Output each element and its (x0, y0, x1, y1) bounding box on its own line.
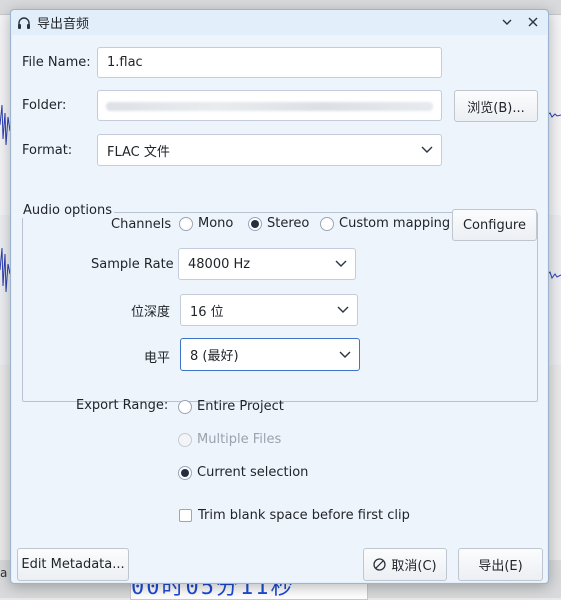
radio-indicator (320, 216, 334, 231)
headphones-icon (17, 16, 31, 30)
radio-mono-label: Mono (198, 216, 234, 231)
chevron-down-icon[interactable] (500, 15, 514, 29)
waveform-right-2 (547, 271, 561, 280)
title-bar[interactable]: 导出音频 (11, 10, 548, 35)
sample-rate-label: Sample Rate (91, 257, 174, 272)
waveform-left-1 (0, 104, 10, 146)
checkbox-box (179, 509, 192, 522)
file-name-input[interactable]: 1.flac (97, 47, 442, 78)
trim-blank-checkbox[interactable]: Trim blank space before first clip (179, 508, 410, 523)
level-select[interactable]: 8 (最好) (180, 338, 360, 371)
radio-stereo-label: Stereo (267, 216, 310, 231)
waveform-right-1 (547, 112, 561, 118)
radio-entire-project[interactable]: Entire Project (178, 399, 284, 414)
format-value: FLAC 文件 (107, 144, 170, 160)
radio-indicator (179, 216, 193, 231)
export-button[interactable]: 导出(E) (458, 548, 543, 581)
radio-indicator (178, 432, 192, 447)
radio-indicator (248, 216, 262, 231)
sample-rate-value: 48000 Hz (188, 256, 251, 272)
background-partial-label: a (0, 566, 8, 580)
trim-blank-label: Trim blank space before first clip (198, 508, 410, 523)
radio-current-selection[interactable]: Current selection (178, 465, 308, 480)
edit-metadata-button[interactable]: Edit Metadata... (17, 548, 129, 581)
cancel-button[interactable]: 取消(C) (363, 548, 447, 581)
level-value: 8 (最好) (190, 349, 239, 364)
radio-entire-project-label: Entire Project (197, 399, 284, 414)
radio-multiple-files: Multiple Files (178, 432, 281, 447)
obscured-folder-path (106, 102, 433, 111)
radio-mono[interactable]: Mono (179, 216, 233, 231)
radio-stereo[interactable]: Stereo (248, 216, 309, 231)
sample-rate-select[interactable]: 48000 Hz (178, 248, 356, 280)
cancel-label: 取消(C) (391, 559, 437, 574)
chevron-down-icon (337, 306, 349, 313)
waveform-left-2 (0, 247, 10, 293)
chevron-down-icon (335, 260, 347, 267)
level-label: 电平 (144, 351, 171, 366)
folder-input[interactable] (97, 90, 442, 121)
cancel-icon (373, 558, 387, 571)
radio-current-selection-label: Current selection (197, 465, 309, 480)
format-label: Format: (22, 143, 73, 158)
chevron-down-icon (421, 146, 433, 153)
folder-label: Folder: (22, 98, 67, 113)
channels-label: Channels (111, 217, 172, 232)
bit-depth-select[interactable]: 16 位 (180, 294, 358, 326)
browse-button[interactable]: 浏览(B)... (454, 90, 538, 122)
radio-indicator (178, 465, 192, 480)
radio-custom-mapping-label: Custom mapping (339, 216, 451, 231)
bit-depth-value: 16 位 (190, 304, 224, 320)
export-audio-dialog: 导出音频 File Name: 1.flac Folder: 浏览(B)... … (10, 9, 549, 584)
radio-multiple-files-label: Multiple Files (197, 432, 282, 447)
close-icon[interactable] (526, 15, 540, 29)
bit-depth-label: 位深度 (131, 305, 171, 320)
dialog-title: 导出音频 (37, 17, 90, 32)
dialog-body: File Name: 1.flac Folder: 浏览(B)... Forma… (12, 35, 547, 582)
radio-indicator (178, 399, 192, 414)
file-name-label: File Name: (22, 55, 91, 70)
configure-button[interactable]: Configure (452, 209, 537, 241)
format-select[interactable]: FLAC 文件 (97, 134, 442, 166)
radio-custom-mapping[interactable]: Custom mapping (320, 216, 450, 231)
chevron-down-icon (339, 351, 351, 358)
export-range-label: Export Range: (76, 398, 169, 413)
audio-options-title: Audio options (21, 203, 114, 218)
